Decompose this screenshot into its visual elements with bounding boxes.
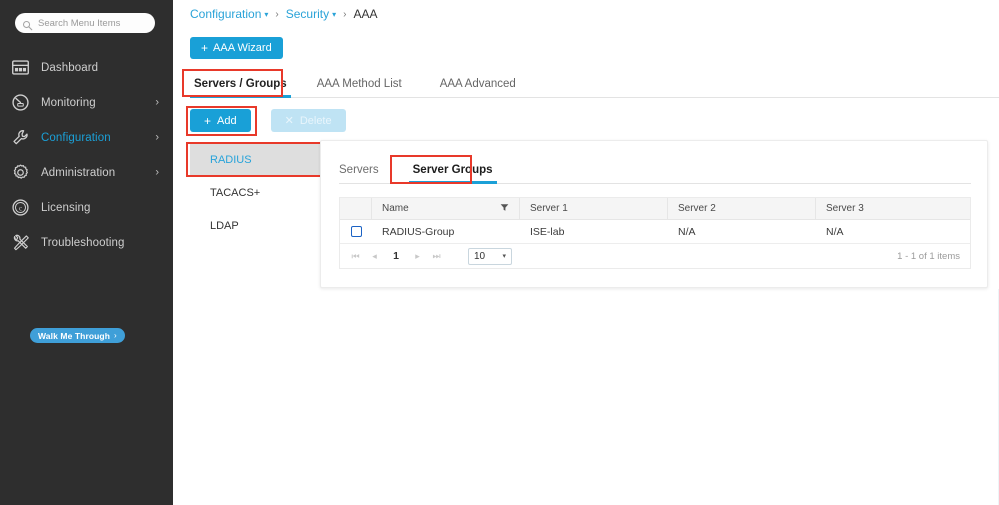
table-header-server3: Server 3 xyxy=(816,198,970,219)
inner-tab-label: Servers xyxy=(339,164,379,176)
sidebar-item-label: Troubleshooting xyxy=(41,236,125,249)
app-window: Dashboard Monitoring › xyxy=(0,0,999,505)
delete-label: Delete xyxy=(299,114,332,127)
sidebar: Dashboard Monitoring › xyxy=(0,0,173,505)
breadcrumb-item-security[interactable]: Security xyxy=(286,7,329,21)
tools-icon xyxy=(10,233,30,253)
aaa-wizard-button[interactable]: + AAA Wizard xyxy=(190,37,283,59)
server-groups-table: Name Server 1 Server 2 Server 3 RADIUS-G… xyxy=(339,197,971,269)
table-header-name[interactable]: Name xyxy=(372,198,520,219)
breadcrumb-separator: › xyxy=(275,8,279,20)
close-icon: ✕ xyxy=(284,115,294,127)
add-label: Add xyxy=(217,114,237,127)
action-toolbar: + Add ✕ Delete xyxy=(190,109,346,132)
sidebar-item-dashboard[interactable]: Dashboard xyxy=(0,50,173,85)
protocol-list: RADIUS TACACS+ LDAP xyxy=(190,143,330,242)
sidebar-item-label: Configuration xyxy=(41,131,111,144)
column-label: Server 1 xyxy=(530,203,568,214)
table-header-server1: Server 1 xyxy=(520,198,668,219)
tab-aaa-method-list[interactable]: AAA Method List xyxy=(313,74,414,97)
wrench-icon xyxy=(10,128,30,148)
sidebar-nav: Dashboard Monitoring › Configuration › A… xyxy=(0,50,173,260)
page-size-select[interactable]: 10 ▾ xyxy=(468,247,512,265)
delete-button: ✕ Delete xyxy=(270,109,346,132)
tab-servers[interactable]: Servers xyxy=(339,161,379,183)
svg-text:c: c xyxy=(18,205,21,212)
protocol-item-ldap[interactable]: LDAP xyxy=(190,209,330,242)
cell-server3: N/A xyxy=(826,225,844,238)
breadcrumb-item-aaa: AAA xyxy=(353,7,378,21)
chevron-right-icon: › xyxy=(155,96,159,108)
table-header-server2: Server 2 xyxy=(668,198,816,219)
main-content: Configuration ▾ › Security ▾ › AAA + AAA… xyxy=(173,0,999,505)
tab-aaa-advanced[interactable]: AAA Advanced xyxy=(436,74,528,97)
sidebar-item-troubleshooting[interactable]: Troubleshooting xyxy=(0,225,173,260)
cell-server1: ISE-lab xyxy=(530,225,565,238)
filter-icon[interactable] xyxy=(500,203,509,215)
breadcrumb: Configuration ▾ › Security ▾ › AAA xyxy=(190,7,377,21)
server-groups-card: Servers Server Groups Name Server 1 Serv… xyxy=(320,140,988,288)
gear-icon xyxy=(10,163,30,183)
sidebar-item-label: Monitoring xyxy=(41,96,96,109)
protocol-item-tacacs[interactable]: TACACS+ xyxy=(190,176,330,209)
sidebar-item-administration[interactable]: Administration › xyxy=(0,155,173,190)
tab-server-groups[interactable]: Server Groups xyxy=(408,161,497,184)
last-page-button[interactable]: ⏭ xyxy=(427,251,446,262)
chevron-down-icon[interactable]: ▾ xyxy=(332,10,336,19)
chevron-down-icon[interactable]: ▾ xyxy=(264,10,268,19)
cell-server2: N/A xyxy=(678,225,696,238)
tab-servers-groups[interactable]: Servers / Groups xyxy=(190,74,291,98)
protocol-label: TACACS+ xyxy=(210,186,261,199)
pagination-bar: ⏮ ◂ 1 ▸ ⏭ 10 ▾ 1 - 1 of 1 items xyxy=(340,244,970,269)
speedometer-icon xyxy=(10,93,30,113)
chevron-right-icon: › xyxy=(114,331,117,340)
tab-label: AAA Advanced xyxy=(439,78,516,90)
breadcrumb-separator: › xyxy=(343,8,347,20)
search-box[interactable] xyxy=(15,13,155,33)
tab-label: AAA Method List xyxy=(316,78,402,90)
column-label: Server 2 xyxy=(678,203,716,214)
sidebar-item-licensing[interactable]: c Licensing xyxy=(0,190,173,225)
chevron-right-icon: › xyxy=(155,166,159,178)
table-row[interactable]: RADIUS-Group ISE-lab N/A N/A xyxy=(340,220,970,244)
next-page-button[interactable]: ▸ xyxy=(408,251,427,262)
sidebar-item-monitoring[interactable]: Monitoring › xyxy=(0,85,173,120)
plus-icon: + xyxy=(204,113,212,128)
sidebar-item-label: Licensing xyxy=(41,201,91,214)
table-header-row: Name Server 1 Server 2 Server 3 xyxy=(340,198,970,220)
table-header-select xyxy=(340,198,372,219)
inner-tab-bar: Servers Server Groups xyxy=(339,161,971,184)
protocol-label: RADIUS xyxy=(210,153,252,166)
pagination-info: 1 - 1 of 1 items xyxy=(897,250,960,262)
chevron-right-icon: › xyxy=(155,131,159,143)
dashboard-icon xyxy=(10,58,30,78)
first-page-button[interactable]: ⏮ xyxy=(346,251,365,262)
protocol-label: LDAP xyxy=(210,219,239,232)
page-number-1[interactable]: 1 xyxy=(384,250,408,262)
walk-me-through-label: Walk Me Through xyxy=(38,330,111,341)
cell-name: RADIUS-Group xyxy=(382,225,455,238)
row-select-cell xyxy=(340,220,372,243)
sidebar-item-label: Administration xyxy=(41,166,116,179)
column-label: Server 3 xyxy=(826,203,864,214)
add-button[interactable]: + Add xyxy=(190,109,251,132)
walk-me-through-button[interactable]: Walk Me Through › xyxy=(30,328,125,343)
previous-page-button[interactable]: ◂ xyxy=(365,251,384,262)
inner-tab-label: Server Groups xyxy=(412,164,493,176)
sidebar-item-label: Dashboard xyxy=(41,61,99,74)
copyright-icon: c xyxy=(10,198,30,218)
protocol-item-radius[interactable]: RADIUS xyxy=(190,143,330,176)
column-label: Name xyxy=(382,203,409,214)
sidebar-item-configuration[interactable]: Configuration › xyxy=(0,120,173,155)
breadcrumb-item-configuration[interactable]: Configuration xyxy=(190,7,261,21)
aaa-wizard-label: AAA Wizard xyxy=(213,42,272,54)
chevron-down-icon: ▾ xyxy=(502,253,506,260)
search-icon xyxy=(22,18,33,30)
plus-icon: + xyxy=(201,41,209,55)
page-size-value: 10 xyxy=(474,250,486,262)
tab-bar: Servers / Groups AAA Method List AAA Adv… xyxy=(190,74,999,98)
row-checkbox[interactable] xyxy=(350,226,362,237)
search-input[interactable] xyxy=(38,17,148,29)
tab-label: Servers / Groups xyxy=(194,78,287,90)
